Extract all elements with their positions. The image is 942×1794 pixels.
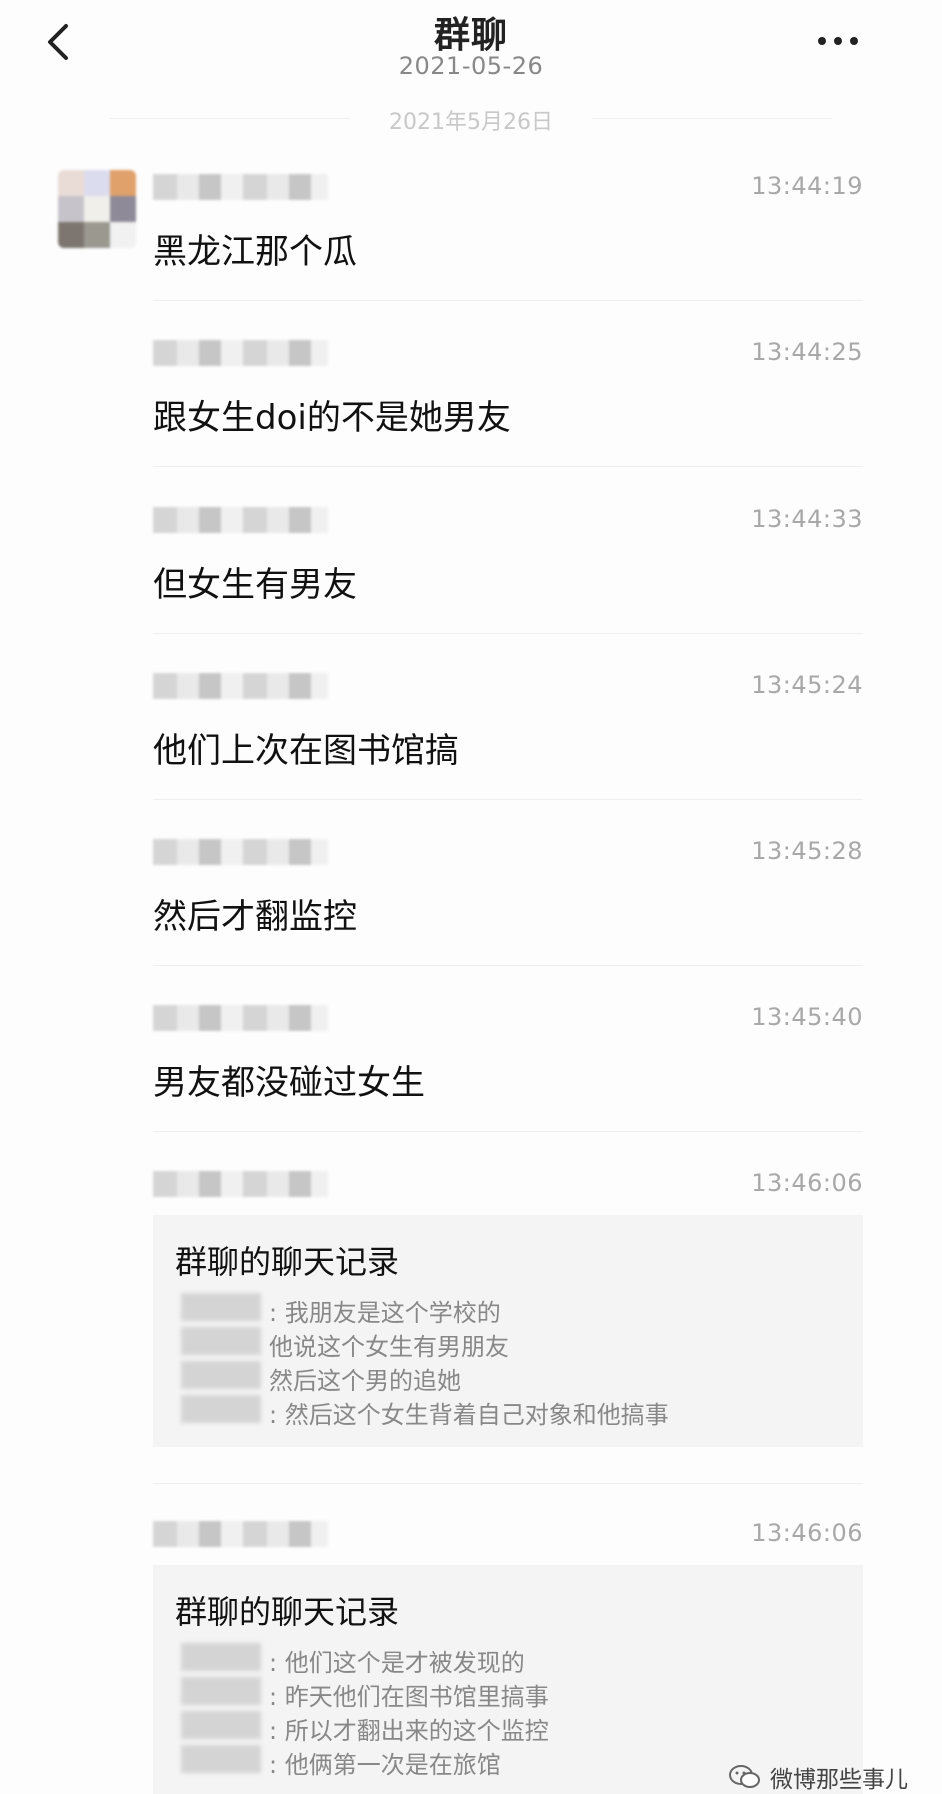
message-text[interactable]: 黑龙江那个瓜 xyxy=(153,224,357,273)
message-time: 13:46:06 xyxy=(751,1519,863,1547)
redacted-name xyxy=(181,1643,261,1671)
chat-record-line: 他说这个女生有男朋友 xyxy=(269,1333,509,1361)
redacted-name xyxy=(181,1327,261,1355)
divider xyxy=(153,799,863,800)
avatar[interactable] xyxy=(58,170,136,248)
chat-record-card[interactable]: 群聊的聊天记录 : 我朋友是这个学校的 他说这个女生有男朋友 然后这个男的追她 … xyxy=(153,1215,863,1447)
message-time: 13:46:06 xyxy=(751,1169,863,1197)
sender-name-redacted xyxy=(153,673,328,699)
message-text[interactable]: 但女生有男友 xyxy=(153,557,357,606)
divider xyxy=(153,466,863,467)
chat-record-line: : 我朋友是这个学校的 xyxy=(269,1299,501,1327)
message-text[interactable]: 然后才翻监控 xyxy=(153,889,357,938)
redacted-name xyxy=(181,1361,261,1389)
chat-record-line: : 他俩第一次是在旅馆 xyxy=(269,1751,501,1779)
chat-record-line: : 昨天他们在图书馆里搞事 xyxy=(269,1683,549,1711)
divider xyxy=(153,300,863,301)
message-text[interactable]: 跟女生doi的不是她男友 xyxy=(153,390,511,439)
watermark: 微博那些事儿 xyxy=(728,1760,908,1794)
page-title: 群聊 xyxy=(433,15,508,56)
divider xyxy=(153,1483,863,1484)
divider xyxy=(153,633,863,634)
redacted-name xyxy=(181,1745,261,1773)
message-time: 13:44:33 xyxy=(751,505,863,533)
divider xyxy=(153,1131,863,1132)
wechat-icon xyxy=(729,1765,760,1788)
watermark-text: 微博那些事儿 xyxy=(770,1767,908,1793)
sender-name-redacted xyxy=(153,340,328,366)
chat-record-line: : 他们这个是才被发现的 xyxy=(269,1649,525,1677)
chat-record-line: : 所以才翻出来的这个监控 xyxy=(269,1717,549,1745)
message-time: 13:44:25 xyxy=(751,338,863,366)
redacted-name xyxy=(181,1711,261,1739)
sender-name-redacted xyxy=(153,1521,328,1547)
page-subtitle-date: 2021-05-26 xyxy=(398,52,544,80)
message-time: 13:45:28 xyxy=(751,837,863,865)
chat-record-title: 群聊的聊天记录 xyxy=(175,1593,400,1631)
sender-name-redacted xyxy=(153,1005,328,1031)
chat-record-line: 然后这个男的追她 xyxy=(269,1367,461,1395)
sender-name-redacted xyxy=(153,174,328,200)
chat-record-title: 群聊的聊天记录 xyxy=(175,1243,400,1281)
message-time: 13:45:24 xyxy=(751,671,863,699)
sender-name-redacted xyxy=(153,1171,328,1197)
message-text[interactable]: 男友都没碰过女生 xyxy=(153,1055,425,1104)
message-text[interactable]: 他们上次在图书馆搞 xyxy=(153,723,459,772)
sender-name-redacted xyxy=(153,839,328,865)
redacted-name xyxy=(181,1395,261,1423)
message-time: 13:45:40 xyxy=(751,1003,863,1031)
sender-name-redacted xyxy=(153,507,328,533)
redacted-name xyxy=(181,1293,261,1321)
more-horizontal-icon[interactable] xyxy=(808,26,868,56)
date-divider: 2021年5月26日 xyxy=(0,104,942,136)
message-time: 13:44:19 xyxy=(751,172,863,200)
chat-record-line: : 然后这个女生背着自己对象和他搞事 xyxy=(269,1401,669,1429)
redacted-name xyxy=(181,1677,261,1705)
divider xyxy=(153,965,863,966)
